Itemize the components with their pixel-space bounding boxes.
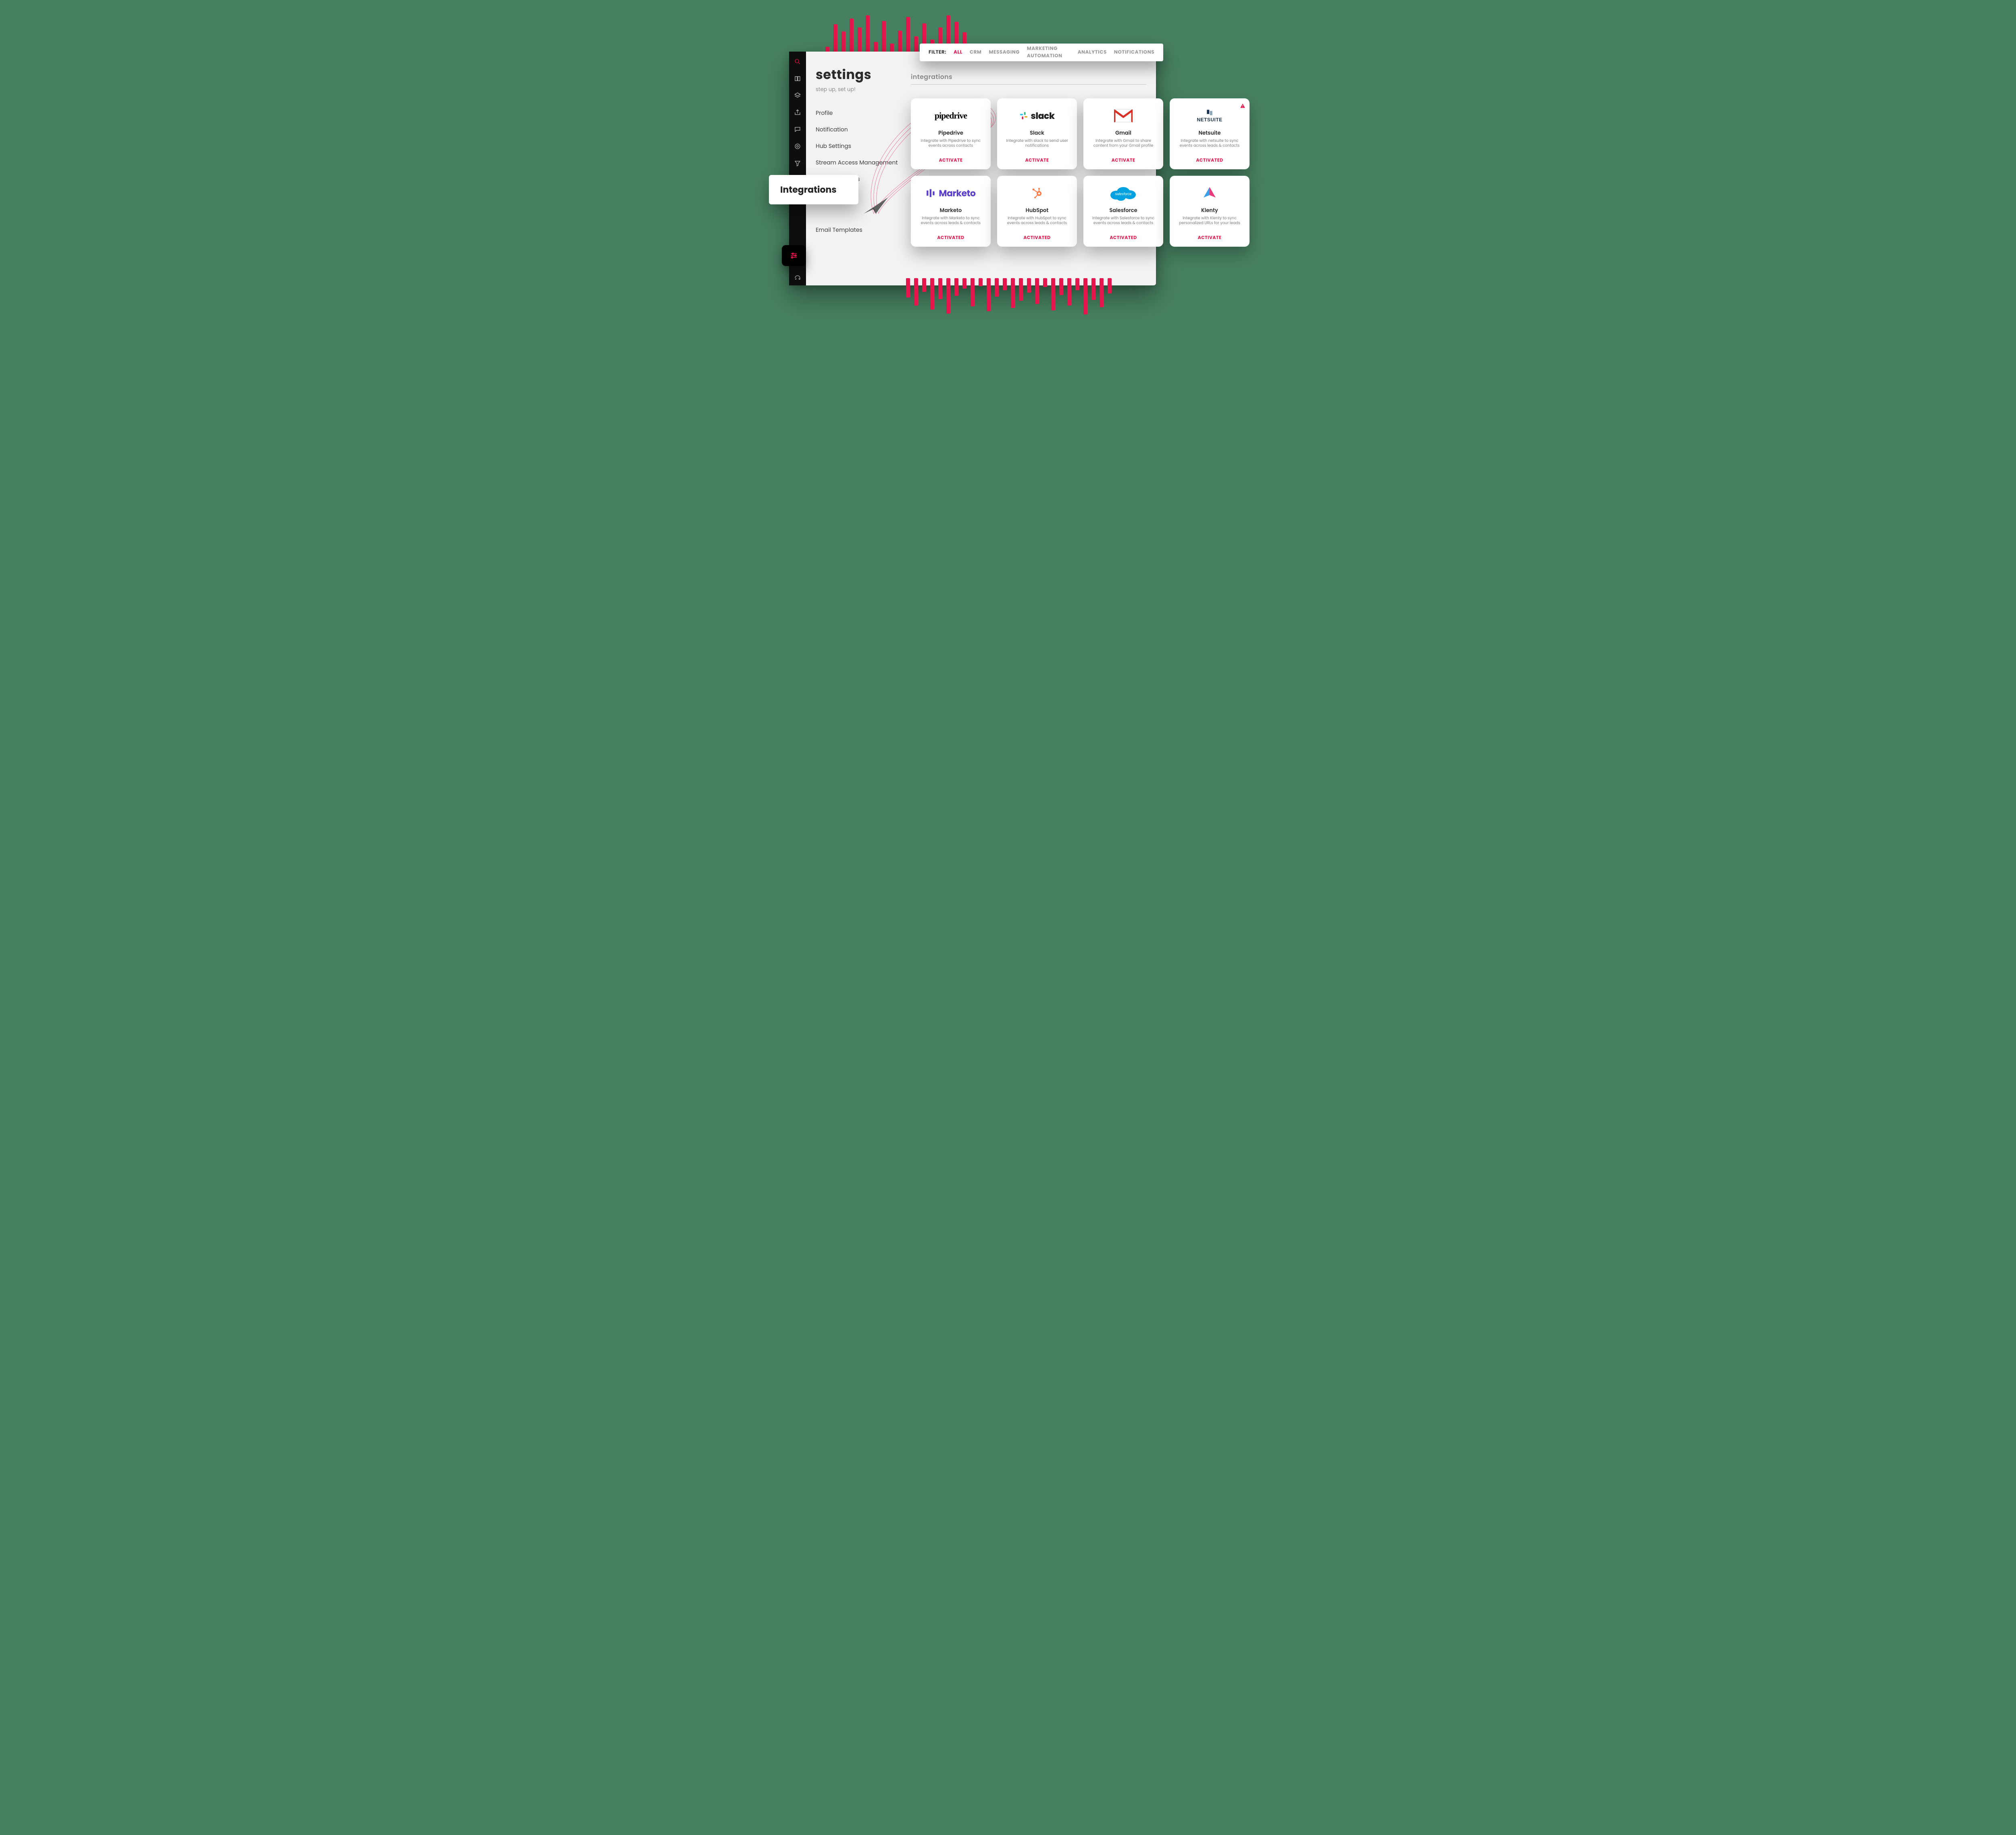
headset-icon[interactable] <box>794 274 801 281</box>
card-hubspot[interactable]: HubSpot Integrate with HubSpot to sync e… <box>997 176 1077 247</box>
stage: FILTER: ALL CRM MESSAGING MARKETING AUTO… <box>733 0 1283 363</box>
salesforce-logo: salesforce <box>1107 184 1139 202</box>
card-description: Integrate with Pipedrive to sync events … <box>916 139 986 149</box>
sidebar-item-hub-settings[interactable]: Hub Settings <box>816 138 903 154</box>
activated-button[interactable]: ACTIVATED <box>937 234 964 241</box>
filter-option-notifications[interactable]: NOTIFICATIONS <box>1114 49 1154 56</box>
card-description: Integrate with slack to send user notifi… <box>1002 139 1072 149</box>
card-description: Integrate with HubSpot to sync events ac… <box>1002 216 1072 227</box>
card-title: Gmail <box>1115 129 1131 137</box>
warning-icon <box>1240 102 1245 112</box>
card-klenty[interactable]: Klenty Integrate with Klenty to sync per… <box>1170 176 1250 247</box>
netsuite-logo: NETSUITE <box>1197 106 1222 125</box>
activated-button[interactable]: ACTIVATED <box>1023 234 1050 241</box>
filter-option-crm[interactable]: CRM <box>970 49 981 56</box>
rail-active-settings[interactable] <box>782 245 806 266</box>
share-icon[interactable] <box>794 109 801 116</box>
hubspot-logo <box>1031 184 1043 202</box>
activate-button[interactable]: ACTIVATE <box>1198 234 1222 241</box>
filter-label: FILTER: <box>929 49 946 56</box>
filter-bar: FILTER: ALL CRM MESSAGING MARKETING AUTO… <box>920 44 1163 61</box>
card-marketo[interactable]: Marketo Marketo Integrate with Marketo t… <box>911 176 991 247</box>
book-icon[interactable] <box>794 75 801 82</box>
card-gmail[interactable]: Gmail Integrate with Gmail to share cont… <box>1083 98 1163 169</box>
target-icon[interactable] <box>794 143 801 150</box>
card-slack[interactable]: slack Slack Integrate with slack to send… <box>997 98 1077 169</box>
filter-option-messaging[interactable]: MESSAGING <box>989 49 1019 56</box>
card-netsuite[interactable]: NETSUITE Netsuite Integrate with netsuit… <box>1170 98 1250 169</box>
page-subtitle: step up, set up! <box>816 85 903 94</box>
layer-icon[interactable] <box>794 92 801 99</box>
klenty-logo <box>1203 184 1216 202</box>
sliders-icon <box>789 251 798 260</box>
activated-button[interactable]: ACTIVATED <box>1196 157 1223 164</box>
card-title: Slack <box>1030 129 1044 137</box>
page-title: settings <box>816 65 903 85</box>
search-icon[interactable] <box>794 58 801 65</box>
settings-sidebar: settings step up, set up! Profile Notifi… <box>806 52 906 285</box>
activated-button[interactable]: ACTIVATED <box>1110 234 1137 241</box>
integrations-chip: Integrations <box>769 175 858 204</box>
filter-option-all[interactable]: ALL <box>954 49 962 56</box>
card-description: Integrate with Marketo to sync events ac… <box>916 216 986 227</box>
card-salesforce[interactable]: salesforce Salesforce Integrate with Sal… <box>1083 176 1163 247</box>
activate-button[interactable]: ACTIVATE <box>1025 157 1049 164</box>
activate-button[interactable]: ACTIVATE <box>1112 157 1135 164</box>
card-description: Integrate with Gmail to share content fr… <box>1088 139 1158 149</box>
card-description: Integrate with Klenty to sync personaliz… <box>1175 216 1245 227</box>
sidebar-item-email-templates[interactable]: Email Templates <box>816 222 903 238</box>
card-title: Pipedrive <box>938 129 963 137</box>
slack-logo: slack <box>1019 106 1054 125</box>
integrations-grid: pipedrive Pipedrive Integrate with Piped… <box>911 98 1250 247</box>
gmail-logo <box>1114 106 1133 125</box>
activate-button[interactable]: ACTIVATE <box>939 157 963 164</box>
nav-rail <box>789 52 806 285</box>
card-description: Integrate with Salesforce to sync events… <box>1088 216 1158 227</box>
sidebar-item-profile[interactable]: Profile <box>816 105 903 121</box>
svg-text:salesforce: salesforce <box>1115 192 1131 196</box>
pipedrive-logo: pipedrive <box>935 106 967 125</box>
sidebar-item-notification[interactable]: Notification <box>816 121 903 138</box>
filter-option-marketing-automation[interactable]: MARKETING AUTOMATION <box>1027 45 1070 60</box>
section-title: integrations <box>911 72 1146 85</box>
sidebar-item-stream-access[interactable]: Stream Access Management <box>816 154 903 171</box>
card-title: Salesforce <box>1109 206 1137 214</box>
filter-option-analytics[interactable]: ANALYTICS <box>1078 49 1107 56</box>
card-pipedrive[interactable]: pipedrive Pipedrive Integrate with Piped… <box>911 98 991 169</box>
card-title: Netsuite <box>1199 129 1221 137</box>
card-title: HubSpot <box>1026 206 1049 214</box>
card-description: Integrate with netsuite to sync events a… <box>1175 139 1245 149</box>
card-title: Marketo <box>940 206 962 214</box>
chat-icon[interactable] <box>794 126 801 133</box>
marketo-logo: Marketo <box>926 184 975 202</box>
filter-icon[interactable] <box>794 160 801 167</box>
settings-nav: Profile Notification Hub Settings Stream… <box>816 105 903 238</box>
card-title: Klenty <box>1201 206 1218 214</box>
